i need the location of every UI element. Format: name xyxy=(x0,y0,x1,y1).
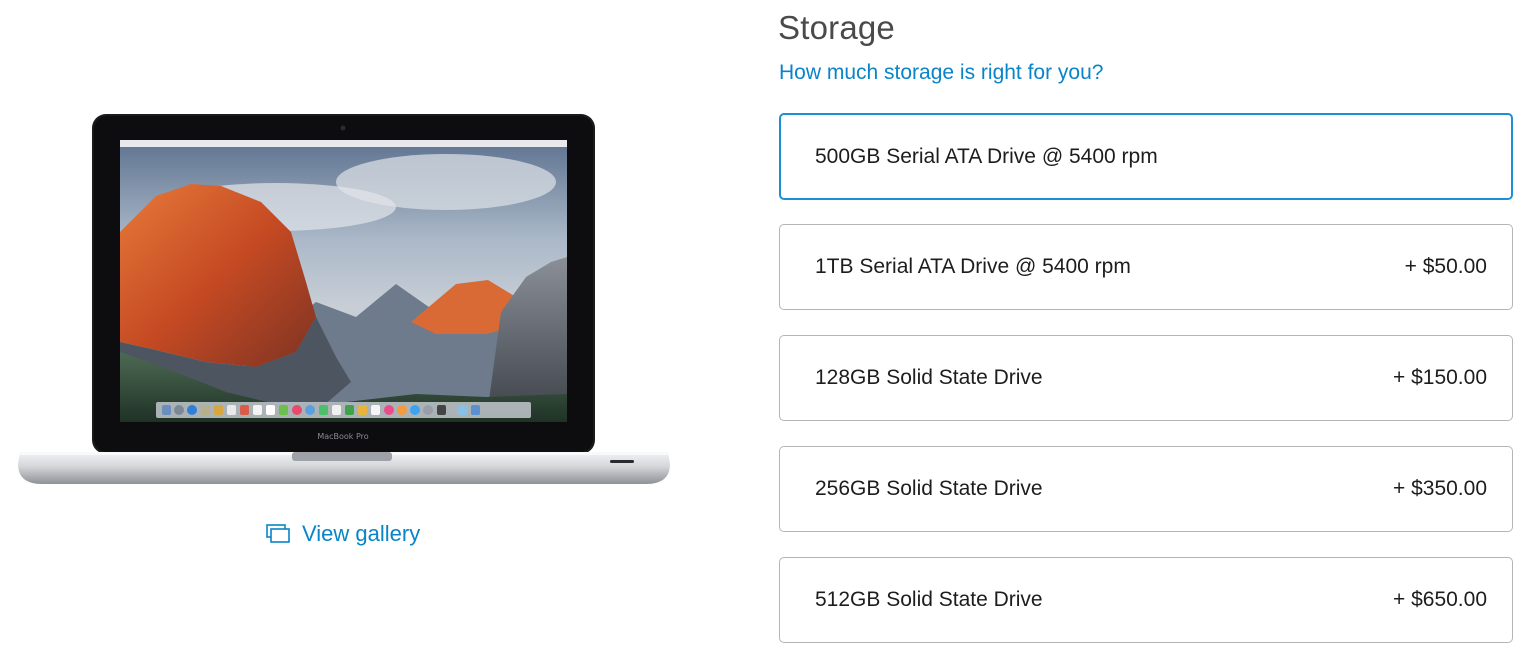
gallery-icon xyxy=(266,524,290,544)
storage-option-price: + $350.00 xyxy=(1392,477,1487,500)
storage-option-256gb-ssd[interactable]: 256GB Solid State Drive + $350.00 xyxy=(779,446,1513,532)
storage-option-128gb-ssd[interactable]: 128GB Solid State Drive + $150.00 xyxy=(779,335,1513,421)
storage-option-price: + $50.00 xyxy=(1404,255,1487,278)
macbook-pro-illustration: MacBook Pro xyxy=(18,114,670,484)
storage-option-label: 128GB Solid State Drive xyxy=(815,366,1043,389)
storage-heading: Storage xyxy=(778,9,895,46)
view-gallery-link[interactable]: View gallery xyxy=(266,518,420,550)
storage-option-512gb-ssd[interactable]: 512GB Solid State Drive + $650.00 xyxy=(779,557,1513,643)
storage-options-list: 500GB Serial ATA Drive @ 5400 rpm 1TB Se… xyxy=(779,113,1513,661)
bezel-label: MacBook Pro xyxy=(317,432,368,441)
storage-option-label: 256GB Solid State Drive xyxy=(815,477,1043,500)
storage-option-label: 500GB Serial ATA Drive @ 5400 rpm xyxy=(815,144,1158,168)
storage-option-price: + $150.00 xyxy=(1392,366,1487,389)
storage-option-label: 512GB Solid State Drive xyxy=(815,588,1043,611)
storage-option-label: 1TB Serial ATA Drive @ 5400 rpm xyxy=(815,255,1131,278)
storage-option-price: + $650.00 xyxy=(1392,588,1487,611)
storage-help-link[interactable]: How much storage is right for you? xyxy=(779,59,1103,87)
storage-option-1tb-sata[interactable]: 1TB Serial ATA Drive @ 5400 rpm + $50.00 xyxy=(779,224,1513,310)
product-image: MacBook Pro xyxy=(16,112,672,490)
storage-option-500gb-sata[interactable]: 500GB Serial ATA Drive @ 5400 rpm xyxy=(779,113,1513,200)
view-gallery-label: View gallery xyxy=(302,521,421,546)
storage-configuration-page: MacBook Pro View gallery Storage How muc… xyxy=(0,0,1532,661)
